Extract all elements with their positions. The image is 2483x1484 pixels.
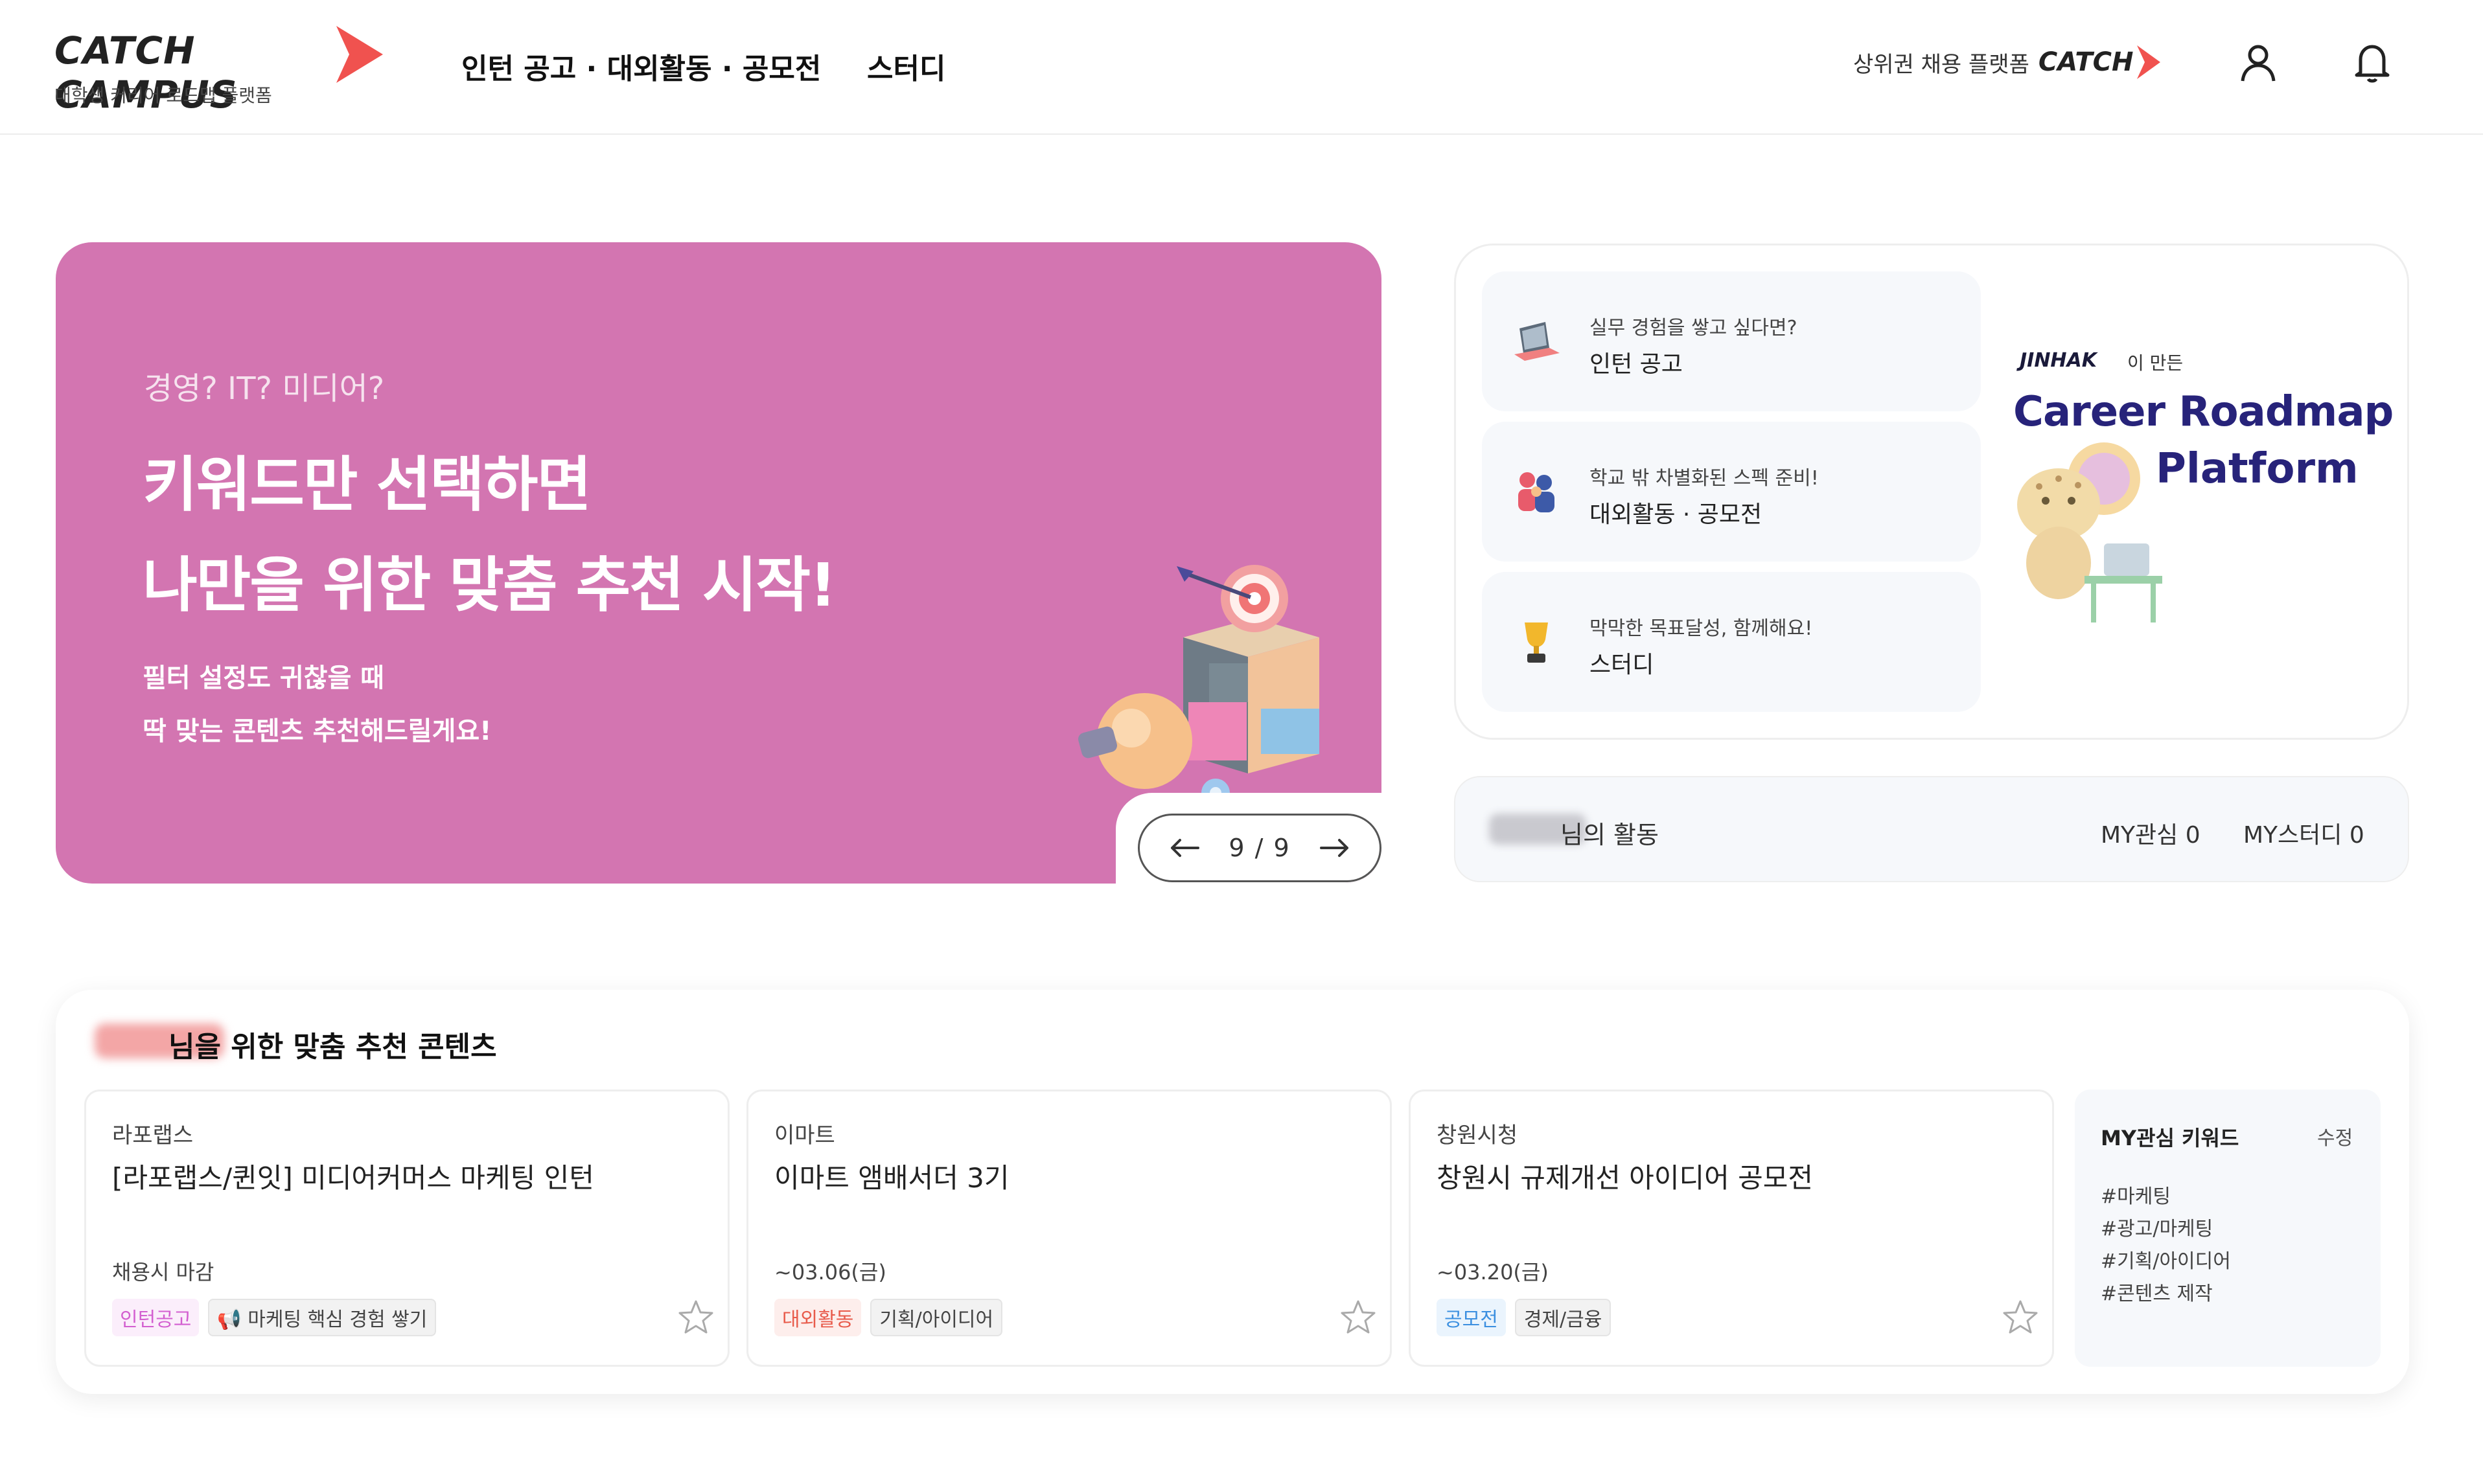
people-icon bbox=[1518, 472, 1554, 512]
banner-title-line2: 나만을 위한 맞춤 추천 시작! bbox=[143, 551, 837, 620]
career-roadmap-title: Career Roadmap bbox=[2013, 388, 2394, 436]
card-tags: 공모전 경제/금융 bbox=[1437, 1299, 1611, 1336]
trophy-icon bbox=[1525, 622, 1548, 663]
catch-platform-link[interactable]: 상위권 채용 플랫폼 CATCH bbox=[1853, 41, 2163, 83]
quick-activity-title: 대외활동 · 공모전 bbox=[1589, 501, 1762, 528]
card-deadline: 채용시 마감 bbox=[112, 1260, 214, 1284]
star-icon[interactable] bbox=[677, 1299, 715, 1336]
star-icon[interactable] bbox=[2002, 1299, 2039, 1336]
nav-intern-activity-contest[interactable]: 인턴 공고 · 대외활동 · 공모전 bbox=[461, 45, 821, 87]
keyword-item[interactable]: #광고/마케팅 bbox=[2101, 1213, 2213, 1241]
recommend-section: 님을 위한 맞춤 추천 콘텐츠 라포랩스 [라포랩스/퀸잇] 미디어커머스 마케… bbox=[56, 990, 2409, 1394]
quick-item-intern[interactable]: 실무 경험을 쌓고 싶다면? 인턴 공고 bbox=[1482, 271, 1981, 411]
quick-item-activity[interactable]: 학교 밖 차별화된 스펙 준비! 대외활동 · 공모전 bbox=[1482, 422, 1981, 562]
nav-study[interactable]: 스터디 bbox=[867, 45, 945, 87]
pager-count: 9 / 9 bbox=[1229, 834, 1291, 862]
quick-study-sub: 막막한 목표달성, 함께해요! bbox=[1589, 617, 1813, 640]
card-deadline: ~03.06(금) bbox=[774, 1260, 886, 1284]
jinhak-logo: JINHAK bbox=[2020, 349, 2097, 372]
platform-label: 상위권 채용 플랫폼 bbox=[1853, 51, 2029, 78]
card-tags: 대외활동 기획/아이디어 bbox=[774, 1299, 1003, 1336]
recommend-card[interactable]: 이마트 이마트 앰배서더 3기 ~03.06(금) 대외활동 기획/아이디어 bbox=[746, 1090, 1392, 1367]
card-deadline: ~03.20(금) bbox=[1437, 1260, 1549, 1284]
quick-study-title: 스터디 bbox=[1589, 652, 1654, 678]
tag-category: 대외활동 bbox=[774, 1299, 862, 1336]
quick-activity-sub: 학교 밖 차별화된 스펙 준비! bbox=[1589, 467, 1819, 490]
user-icon[interactable] bbox=[2235, 40, 2281, 86]
recommend-card[interactable]: 창원시청 창원시 규제개선 아이디어 공모전 ~03.20(금) 공모전 경제/… bbox=[1409, 1090, 2054, 1367]
quick-item-study[interactable]: 막막한 목표달성, 함께해요! 스터디 bbox=[1482, 572, 1981, 712]
laptop-icon bbox=[1514, 322, 1560, 361]
banner-sub-line1: 필터 설정도 귀찮을 때 bbox=[143, 663, 384, 693]
logo-tagline: 대학생 커리어 로드맵 플랫폼 bbox=[54, 85, 272, 106]
tag-topic: 기획/아이디어 bbox=[870, 1299, 1003, 1336]
keyword-item[interactable]: #기획/아이디어 bbox=[2101, 1245, 2231, 1273]
catch-arrow-icon bbox=[2137, 45, 2161, 79]
arrow-right-icon[interactable] bbox=[1319, 838, 1350, 858]
tag-category: 공모전 bbox=[1437, 1299, 1506, 1336]
star-icon[interactable] bbox=[1339, 1299, 1377, 1336]
career-roadmap-promo[interactable]: JINHAK 이 만든 Career Roadmap Platform bbox=[2007, 349, 2396, 673]
quick-menu-panel: 실무 경험을 쌓고 싶다면? 인턴 공고 학교 밖 차별화된 스펙 준비! 대외… bbox=[1454, 244, 2409, 740]
recommend-title: 님을 위한 맞춤 추천 콘텐츠 bbox=[168, 1031, 497, 1064]
career-roadmap-platform: Platform bbox=[2156, 445, 2359, 493]
card-title: 이마트 앰배서더 3기 bbox=[774, 1162, 1010, 1194]
keyword-item[interactable]: #콘텐츠 제작 bbox=[2101, 1277, 2213, 1306]
my-keywords-panel: MY관심 키워드 수정 #마케팅 #광고/마케팅 #기획/아이디어 #콘텐츠 제… bbox=[2075, 1090, 2381, 1367]
cheetah-character-illustration bbox=[2017, 442, 2162, 622]
tag-topic: 📢 마케팅 핵심 경험 쌓기 bbox=[208, 1299, 437, 1336]
tag-category: 인턴공고 bbox=[112, 1299, 200, 1336]
my-study-link[interactable]: MY스터디 0 bbox=[2243, 816, 2364, 850]
top-header: CATCH CAMPUS 대학생 커리어 로드맵 플랫폼 인턴 공고 · 대외활… bbox=[0, 0, 2483, 135]
keywords-edit-button[interactable]: 수정 bbox=[2317, 1122, 2353, 1150]
jinhak-made-by: 이 만든 bbox=[2127, 352, 2184, 374]
card-tags: 인턴공고 📢 마케팅 핵심 경험 쌓기 bbox=[112, 1299, 437, 1336]
banner-title-line1: 키워드만 선택하면 bbox=[143, 450, 592, 519]
catch-campus-logo[interactable]: CATCH CAMPUS 대학생 커리어 로드맵 플랫폼 bbox=[54, 22, 391, 117]
quick-intern-sub: 실무 경험을 쌓고 싶다면? bbox=[1589, 317, 1797, 339]
activity-label: 님의 활동 bbox=[1560, 821, 1659, 849]
main-banner[interactable]: 경영? IT? 미디어? 키워드만 선택하면 나만을 위한 맞춤 추천 시작! … bbox=[56, 242, 1381, 884]
bell-icon[interactable] bbox=[2350, 40, 2395, 86]
card-title: [라포랩스/퀸잇] 미디어커머스 마케팅 인턴 bbox=[112, 1162, 594, 1194]
tag-topic: 경제/금융 bbox=[1514, 1299, 1611, 1336]
keywords-title: MY관심 키워드 bbox=[2101, 1126, 2239, 1150]
quick-intern-title: 인턴 공고 bbox=[1589, 351, 1683, 378]
banner-pager: 9 / 9 bbox=[1138, 814, 1381, 882]
card-company: 창원시청 bbox=[1437, 1123, 1518, 1148]
my-activity-bar: 님의 활동 MY관심 0 MY스터디 0 bbox=[1454, 776, 2409, 882]
catch-brand: CATCH bbox=[2038, 47, 2134, 77]
banner-question: 경영? IT? 미디어? bbox=[144, 371, 385, 407]
banner-sub-line2: 딱 맞는 콘텐츠 추천해드릴게요! bbox=[143, 716, 492, 746]
logo-arrow-icon bbox=[336, 26, 383, 83]
card-company: 라포랩스 bbox=[112, 1123, 194, 1148]
card-title: 창원시 규제개선 아이디어 공모전 bbox=[1437, 1162, 1814, 1194]
my-favorites-link[interactable]: MY관심 0 bbox=[2101, 816, 2200, 850]
recommend-card[interactable]: 라포랩스 [라포랩스/퀸잇] 미디어커머스 마케팅 인턴 채용시 마감 인턴공고… bbox=[84, 1090, 730, 1367]
arrow-left-icon[interactable] bbox=[1170, 838, 1199, 858]
card-company: 이마트 bbox=[774, 1123, 835, 1148]
keyword-item[interactable]: #마케팅 bbox=[2101, 1180, 2171, 1209]
